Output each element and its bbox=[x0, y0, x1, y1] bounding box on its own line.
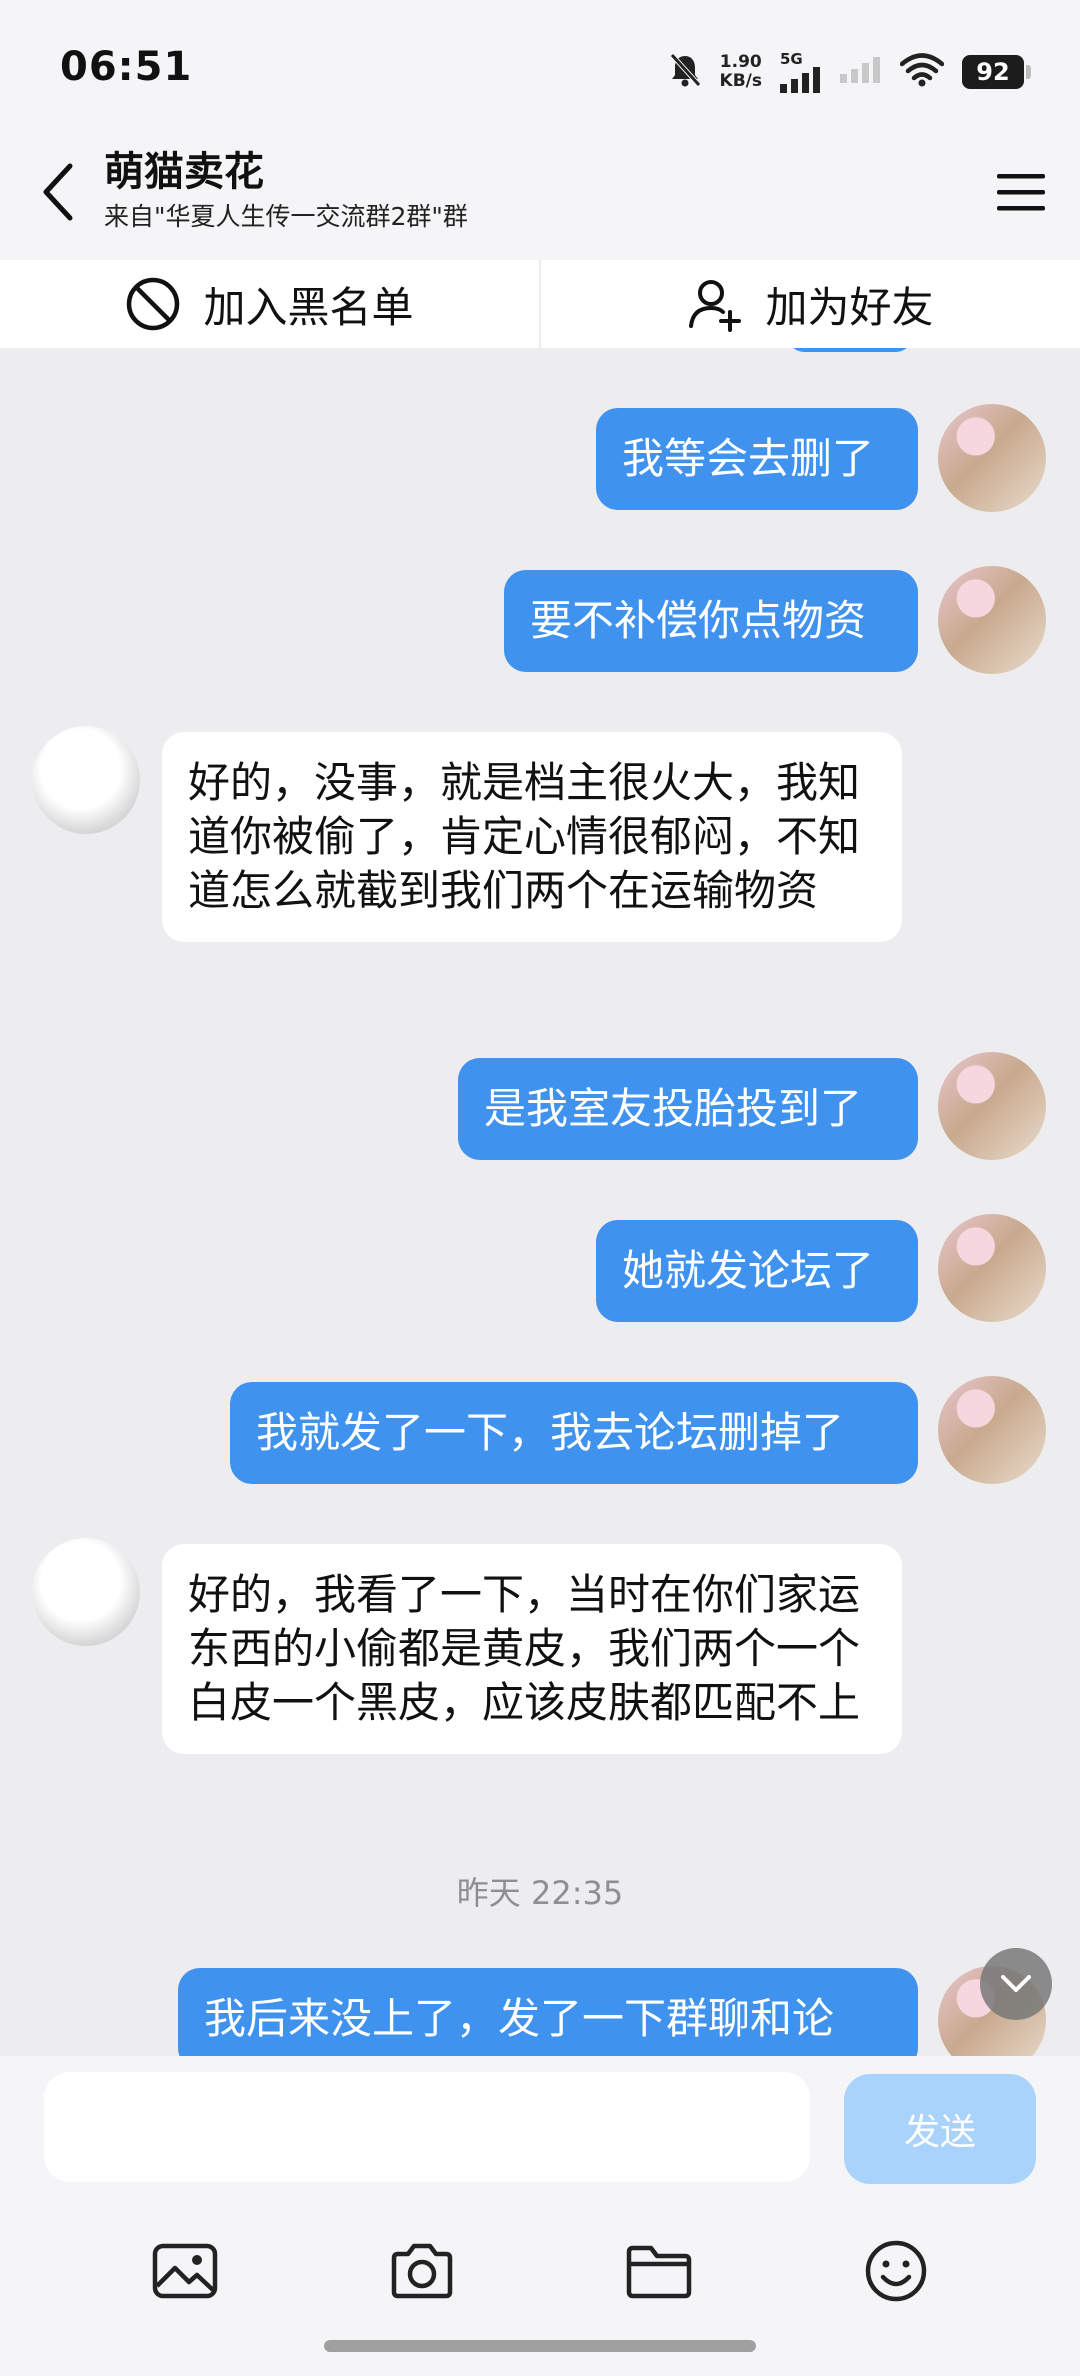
input-bar: 发送 bbox=[0, 2056, 1080, 2376]
image-icon bbox=[152, 2243, 217, 2299]
block-icon bbox=[127, 277, 180, 331]
add-friend-button[interactable]: 加为好友 bbox=[541, 260, 1080, 348]
block-label: 加入黑名单 bbox=[203, 282, 414, 332]
message-bubble-incoming[interactable]: 好的，没事，就是档主很火大，我知道你被偷了，肯定心情很郁闷，不知道怎么就截到我们… bbox=[162, 732, 902, 942]
home-indicator[interactable] bbox=[324, 2340, 756, 2352]
message-bubble-outgoing[interactable]: 要不补偿你点物资 bbox=[504, 570, 918, 672]
chevron-left-icon bbox=[43, 163, 73, 221]
my-avatar[interactable] bbox=[938, 1052, 1046, 1160]
tool-row bbox=[0, 2216, 1080, 2326]
previous-message-bubble-edge bbox=[788, 348, 912, 352]
message-bubble-outgoing[interactable]: 是我室友投胎投到了 bbox=[458, 1058, 918, 1160]
emoji-button[interactable] bbox=[856, 2231, 936, 2311]
message-bubble-incoming[interactable]: 好的，我看了一下，当时在你们家运东西的小偷都是黄皮，我们两个一个白皮一个黑皮，应… bbox=[162, 1544, 902, 1754]
status-icons: 1.90 KB/s 5G 92 bbox=[668, 46, 1031, 98]
camera-button[interactable] bbox=[382, 2231, 462, 2311]
stranger-action-bar: 加入黑名单 加为好友 bbox=[0, 260, 1080, 348]
status-bar: 06:51 1.90 KB/s 5G 92 bbox=[0, 0, 1080, 140]
menu-button[interactable] bbox=[988, 162, 1054, 222]
my-avatar[interactable] bbox=[938, 1214, 1046, 1322]
title-block: 萌猫卖花 来自"华夏人生传一交流群2群"群 bbox=[104, 144, 468, 234]
status-time: 06:51 bbox=[60, 44, 193, 90]
folder-icon bbox=[626, 2245, 691, 2299]
smiley-icon bbox=[865, 2240, 926, 2302]
message-bubble-outgoing[interactable]: 我就发了一下，我去论坛删掉了 bbox=[230, 1382, 918, 1484]
net-speed-value: 1.90 bbox=[719, 52, 762, 72]
message-bubble-outgoing[interactable]: 我等会去删了 bbox=[596, 408, 918, 510]
chat-header: 萌猫卖花 来自"华夏人生传一交流群2群"群 bbox=[0, 140, 1080, 260]
message-bubble-outgoing[interactable]: 我后来没上了，发了一下群聊和论 bbox=[178, 1968, 918, 2056]
battery-indicator: 92 bbox=[962, 55, 1031, 89]
contact-avatar[interactable] bbox=[32, 726, 140, 834]
chat-message-list[interactable]: 我等会去删了 要不补偿你点物资 好的，没事，就是档主很火大，我知道你被偷了，肯定… bbox=[0, 348, 1080, 2056]
message-bubble-outgoing[interactable]: 她就发论坛了 bbox=[596, 1220, 918, 1322]
message-input[interactable] bbox=[44, 2072, 810, 2182]
my-avatar[interactable] bbox=[938, 1376, 1046, 1484]
net-speed: 1.90 KB/s bbox=[720, 53, 762, 91]
contact-avatar[interactable] bbox=[32, 1538, 140, 1646]
camera-icon bbox=[391, 2243, 452, 2299]
my-avatar[interactable] bbox=[938, 404, 1046, 512]
net-speed-unit: KB/s bbox=[719, 71, 762, 91]
signal-bars-icon bbox=[780, 66, 820, 93]
add-friend-label: 加为好友 bbox=[765, 282, 934, 332]
signal-5g: 5G bbox=[780, 49, 822, 93]
block-button[interactable]: 加入黑名单 bbox=[0, 260, 539, 348]
scroll-to-bottom-button[interactable] bbox=[980, 1948, 1052, 2020]
mute-bell-icon bbox=[668, 52, 702, 92]
hamburger-menu-icon bbox=[997, 174, 1045, 211]
chat-title: 萌猫卖花 bbox=[104, 149, 264, 195]
send-button[interactable]: 发送 bbox=[844, 2074, 1036, 2184]
gallery-button[interactable] bbox=[145, 2231, 225, 2311]
chat-subtitle: 来自"华夏人生传一交流群2群"群 bbox=[104, 202, 468, 231]
chevron-down-icon bbox=[1001, 1975, 1031, 1992]
wifi-icon bbox=[899, 53, 945, 91]
back-button[interactable] bbox=[30, 154, 86, 230]
signal-bars-secondary-icon bbox=[840, 57, 882, 87]
message-timestamp: 昨天 22:35 bbox=[456, 1874, 624, 1912]
my-avatar[interactable] bbox=[938, 566, 1046, 674]
add-user-icon bbox=[689, 280, 742, 332]
signal-label: 5G bbox=[780, 49, 803, 68]
file-button[interactable] bbox=[619, 2231, 699, 2311]
